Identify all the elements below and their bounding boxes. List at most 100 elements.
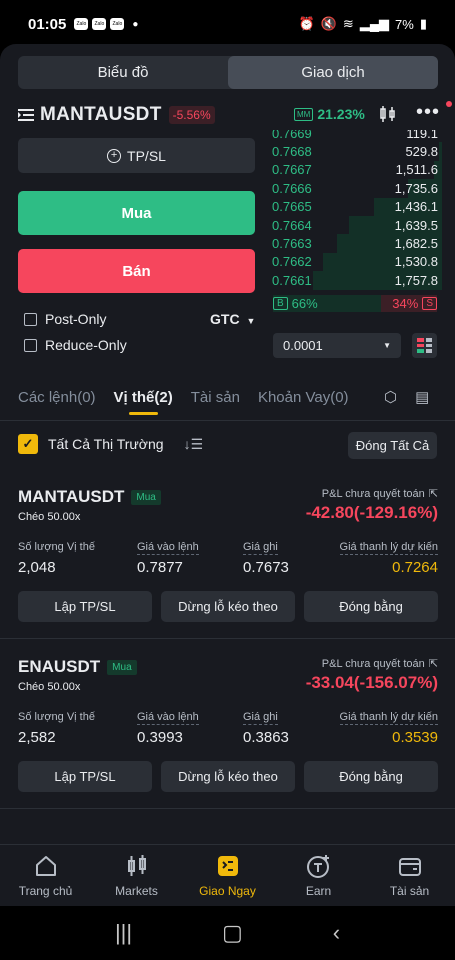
mark-cell: Giá ghi 0.3863: [243, 707, 289, 746]
pair-menu-icon[interactable]: [18, 108, 34, 122]
orderbook-row[interactable]: 0.7667 1,511.6: [272, 160, 442, 180]
post-only-checkbox[interactable]: Post-Only: [24, 311, 106, 327]
nav-markets[interactable]: Markets: [91, 845, 182, 906]
orderbook-row[interactable]: 0.7666 1,735.6: [272, 179, 442, 198]
plus-icon: +: [107, 148, 122, 163]
close-all-button[interactable]: Đóng Tất Cả: [348, 432, 437, 459]
home-icon: [35, 855, 56, 876]
margin-ratio[interactable]: MM 21.23%: [294, 106, 365, 122]
mark-label[interactable]: Giá ghi: [243, 541, 278, 555]
pnl-label: P&L chưa quyết toán: [321, 487, 425, 500]
buy-percent: 66%: [291, 296, 318, 311]
orderbook-row[interactable]: 0.7661 1,757.8: [272, 271, 442, 290]
precision-value: 0.0001: [283, 338, 323, 353]
orderbook-qty: 1,735.6: [394, 180, 438, 196]
buy-button[interactable]: Mua: [18, 191, 255, 235]
position-card: MANTAUSDT Mua Chéo 50.00x P&L chưa quyết…: [18, 487, 438, 622]
size-value: 2,582: [18, 729, 56, 746]
set-tpsl-button[interactable]: Lập TP/SL: [18, 591, 152, 622]
orderbook-qty: 1,682.5: [394, 236, 438, 252]
caret-down-icon: ▼: [383, 341, 391, 350]
history-icon[interactable]: ▤: [415, 388, 429, 406]
liq-value: 0.3539: [392, 729, 438, 746]
orderbook-row[interactable]: 0.7668 529.8: [272, 142, 442, 161]
buy-ratio: B 66%: [273, 295, 382, 312]
precision-select[interactable]: 0.0001 ▼: [273, 333, 401, 358]
trailing-stop-button[interactable]: Dừng lỗ kéo theo: [161, 761, 295, 792]
orderbook-qty: 1,530.8: [394, 254, 438, 270]
status-bar: 01:05 Zalo Zalo Zalo ● ⏰ 🔇 ≋ ▂▄▆ 7% ▮: [0, 0, 455, 48]
sell-tag: S: [422, 297, 437, 310]
orderbook-price: 0.7666: [272, 180, 312, 196]
entry-cell: Giá vào lệnh 0.7877: [137, 537, 199, 576]
home-button-icon[interactable]: ▢: [222, 920, 243, 946]
tab-orders[interactable]: Các lệnh(0): [18, 389, 96, 406]
position-card: ENAUSDT Mua Chéo 50.00x P&L chưa quyết t…: [18, 657, 438, 792]
close-position-button[interactable]: Đóng bằng: [304, 591, 438, 622]
mm-value: 21.23%: [317, 106, 365, 122]
tpsl-button[interactable]: + TP/SL: [18, 138, 255, 173]
liq-label[interactable]: Giá thanh lý dự kiến: [339, 541, 438, 555]
sell-button[interactable]: Bán: [18, 249, 255, 293]
entry-label[interactable]: Giá vào lệnh: [137, 541, 199, 555]
share-icon[interactable]: ⇱: [429, 657, 438, 670]
entry-label[interactable]: Giá vào lệnh: [137, 711, 199, 725]
trailing-stop-button[interactable]: Dừng lỗ kéo theo: [161, 591, 295, 622]
pnl-title[interactable]: P&L chưa quyết toán ⇱: [321, 657, 438, 671]
settings-icon[interactable]: ⬡: [384, 388, 397, 406]
signal-icon: ▂▄▆: [359, 16, 390, 31]
nav-label: Markets: [115, 883, 158, 898]
mm-badge: MM: [294, 107, 314, 121]
candlestick-icon[interactable]: [378, 105, 398, 128]
orderbook-layout-icon[interactable]: [412, 333, 437, 358]
orderbook-row[interactable]: 0.7665 1,436.1: [272, 197, 442, 216]
close-position-button[interactable]: Đóng bằng: [304, 761, 438, 792]
nav-earn[interactable]: Earn: [273, 845, 364, 906]
reduce-only-checkbox[interactable]: Reduce-Only: [24, 337, 127, 353]
orderbook-row[interactable]: 0.7664 1,639.5: [272, 215, 442, 235]
orderbook-price: 0.7663: [272, 236, 312, 252]
share-icon[interactable]: ⇱: [429, 487, 438, 500]
orderbook-row[interactable]: 0.7663 1,682.5: [272, 234, 442, 253]
pnl-label: P&L chưa quyết toán: [321, 657, 425, 670]
orderbook-qty: 1,757.8: [394, 272, 438, 288]
tpsl-label: TP/SL: [127, 147, 166, 164]
nav-assets[interactable]: Tài sản: [364, 845, 455, 906]
mark-value: 0.3863: [243, 729, 289, 746]
recents-icon[interactable]: |||: [115, 920, 132, 946]
tab-assets[interactable]: Tài sản: [191, 389, 240, 406]
orderbook-row[interactable]: 0.7669 119.1: [272, 130, 442, 142]
zalo-icon: Zalo: [74, 18, 89, 30]
nav-spot[interactable]: Giao Ngay: [182, 845, 273, 906]
trade-icon: [217, 855, 238, 876]
pnl-value: -33.04(-156.07%): [305, 673, 438, 692]
liq-label[interactable]: Giá thanh lý dự kiến: [339, 711, 438, 725]
orderbook-row[interactable]: 0.7662 1,530.8: [272, 252, 442, 272]
position-stats: Số lượng Vị thế 2,048 Giá vào lệnh 0.7877 …: [18, 537, 438, 576]
set-tpsl-button[interactable]: Lập TP/SL: [18, 761, 152, 792]
reduce-only-label: Reduce-Only: [45, 337, 127, 353]
position-symbol[interactable]: MANTAUSDT: [18, 487, 124, 507]
checked-icon: ✓: [18, 434, 38, 454]
tab-loans[interactable]: Khoản Vay(0): [258, 389, 349, 406]
tab-positions[interactable]: Vị thế(2): [114, 389, 173, 415]
time-in-force-select[interactable]: GTC ▼: [210, 311, 255, 327]
pair-symbol[interactable]: MANTAUSDT: [40, 104, 162, 126]
position-symbol[interactable]: ENAUSDT: [18, 657, 100, 677]
tab-trade[interactable]: Giao dịch: [228, 56, 438, 89]
back-icon[interactable]: ‹: [333, 920, 340, 946]
all-markets-filter[interactable]: ✓ Tất Cả Thị Trường ↓☰: [18, 434, 203, 454]
post-only-label: Post-Only: [45, 311, 107, 327]
entry-value: 0.7877: [137, 559, 183, 576]
pair-header: MANTAUSDT -5.56% MM 21.23% •••: [18, 101, 452, 128]
sort-icon[interactable]: ↓☰: [184, 436, 204, 453]
pnl-title[interactable]: P&L chưa quyết toán ⇱: [321, 487, 438, 501]
nav-label: Tài sản: [389, 883, 430, 898]
earn-icon: [306, 854, 329, 878]
more-icon[interactable]: •••: [416, 101, 440, 124]
tab-chart[interactable]: Biểu đồ: [18, 56, 228, 89]
mark-label[interactable]: Giá ghi: [243, 711, 278, 725]
notification-dot-icon: ●: [132, 18, 139, 30]
divider: [0, 808, 455, 809]
nav-home[interactable]: Trang chủ: [0, 845, 91, 906]
